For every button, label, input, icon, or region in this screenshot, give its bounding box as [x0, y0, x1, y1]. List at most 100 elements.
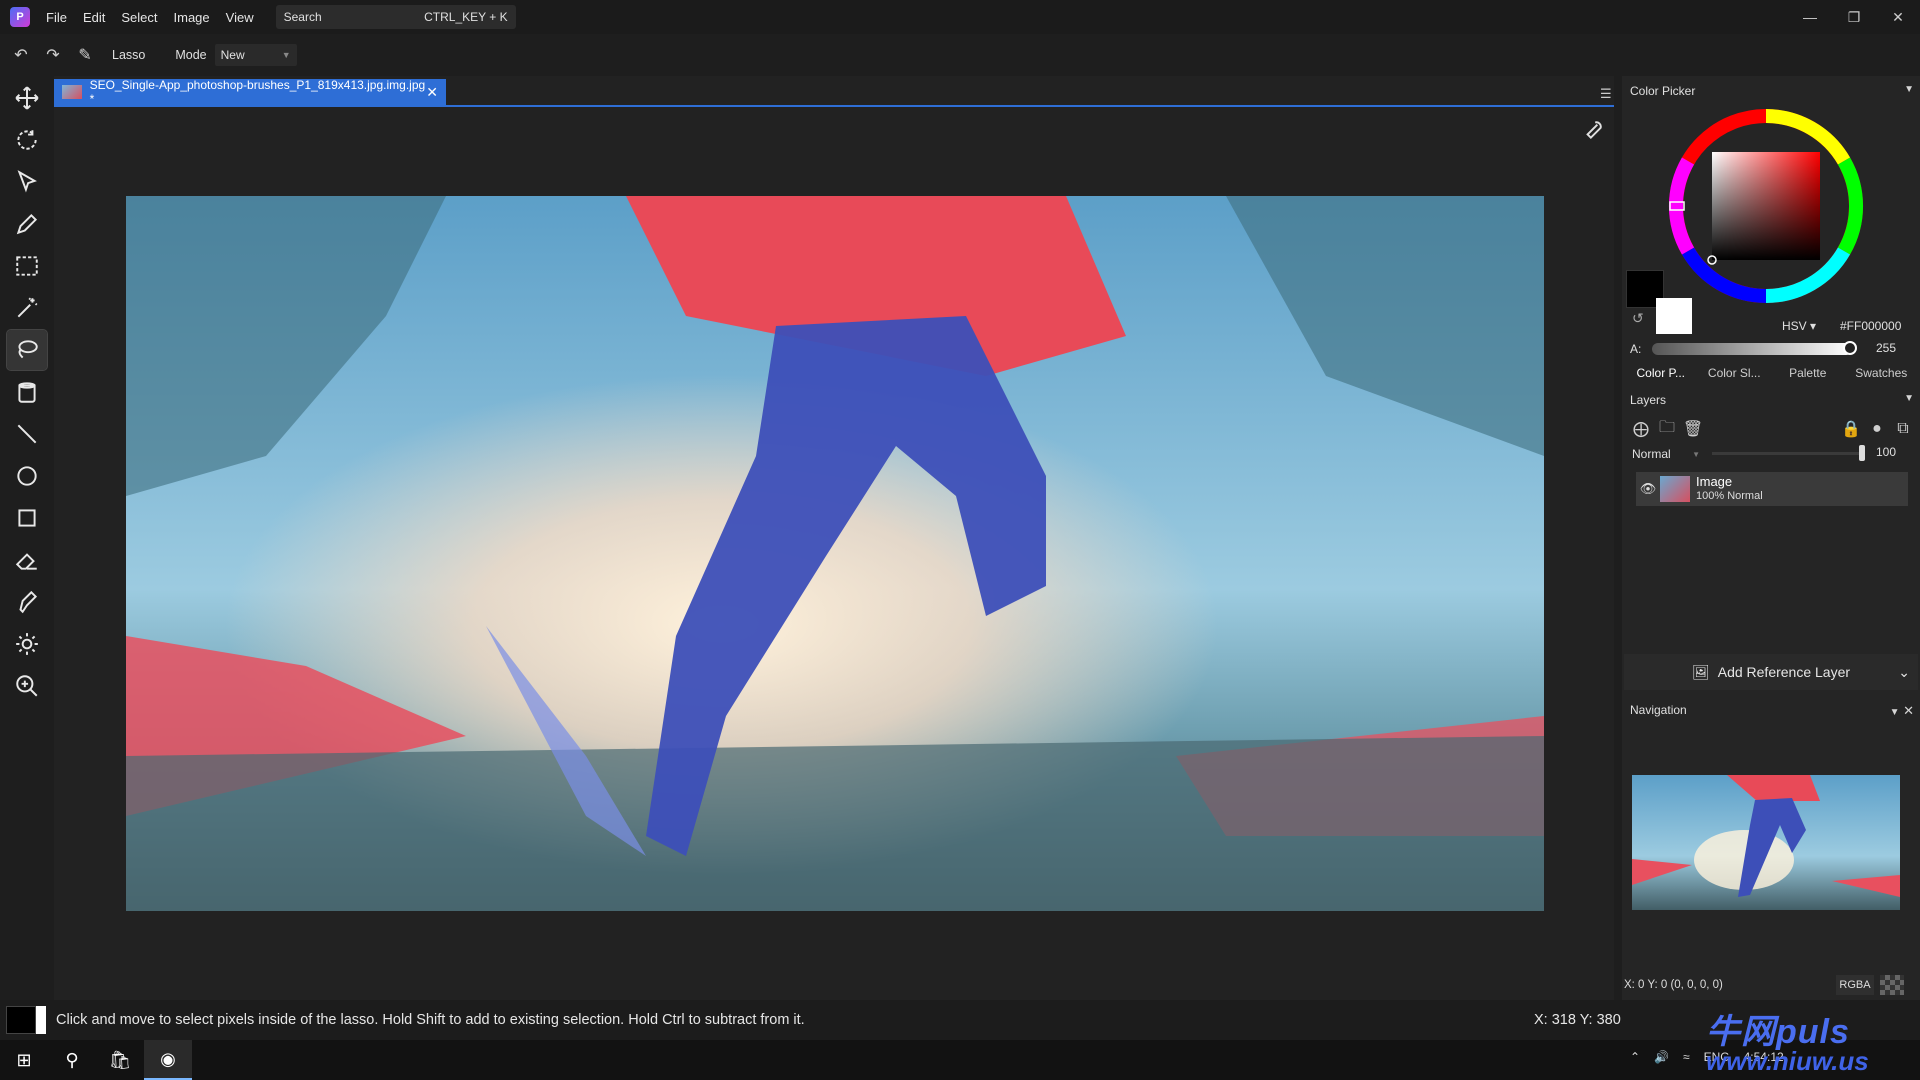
- tab-color-picker[interactable]: Color P...: [1624, 362, 1698, 384]
- pixel-readout: X: 0 Y: 0 (0, 0, 0, 0): [1624, 979, 1723, 991]
- image-canvas[interactable]: [126, 196, 1544, 911]
- tab-color-sliders[interactable]: Color Sl...: [1698, 362, 1772, 384]
- layers-title: Layers: [1630, 393, 1667, 407]
- navigation-header: Navigation ▼ ✕: [1630, 703, 1914, 719]
- alpha-slider-handle[interactable]: [1843, 341, 1857, 355]
- color-mode-select[interactable]: HSV ▾: [1782, 319, 1816, 333]
- chevron-down-icon[interactable]: ▼: [1890, 707, 1900, 718]
- layer-name: Image: [1696, 474, 1733, 489]
- color-wheel[interactable]: [1666, 106, 1866, 306]
- line-icon: [17, 424, 37, 444]
- status-foreground-swatch[interactable]: [6, 1006, 36, 1034]
- lock-icon[interactable]: 🔒: [1838, 416, 1864, 442]
- bucket-icon: [18, 382, 36, 403]
- watermark-url: www.niuw.us: [1706, 1046, 1869, 1076]
- options-bar: ↶ ↷ ✎ Lasso Mode New ▼: [0, 34, 1920, 76]
- tab-swatches[interactable]: Swatches: [1845, 362, 1919, 384]
- redo-icon[interactable]: ↷: [38, 40, 68, 70]
- pen-tool-button[interactable]: [7, 582, 47, 622]
- color-mode-button[interactable]: RGBA: [1836, 975, 1874, 995]
- tool-bar: [0, 76, 54, 1000]
- blend-mode-select[interactable]: Normal ▼: [1628, 444, 1704, 464]
- layer-details: 100% Normal: [1696, 490, 1763, 502]
- document-tab[interactable]: SEO_Single-App_photoshop-brushes_P1_819x…: [54, 78, 446, 106]
- wrench-icon[interactable]: [1580, 116, 1606, 142]
- rect-select-tool-button[interactable]: [7, 246, 47, 286]
- close-icon[interactable]: ✕: [1903, 703, 1914, 718]
- search-icon[interactable]: ⚲: [48, 1040, 96, 1080]
- background-color-swatch[interactable]: [1656, 298, 1692, 334]
- eye-icon[interactable]: 👁: [1636, 481, 1660, 497]
- tab-thumbnail: [62, 85, 82, 99]
- chevron-down-icon[interactable]: ▼: [1904, 393, 1914, 407]
- pointer-icon: [17, 170, 37, 193]
- close-icon[interactable]: ✕: [1876, 0, 1920, 34]
- photo-app-icon[interactable]: ◉: [144, 1040, 192, 1080]
- close-icon[interactable]: ✕: [426, 84, 438, 101]
- search-input[interactable]: Search CTRL_KEY + K: [275, 5, 516, 29]
- undo-icon[interactable]: ↶: [6, 40, 36, 70]
- mode-select[interactable]: New ▼: [214, 44, 297, 66]
- minimize-icon[interactable]: —: [1788, 0, 1832, 34]
- rectangle-icon: [18, 509, 36, 527]
- status-background-swatch[interactable]: [36, 1006, 46, 1034]
- brightness-icon: [16, 633, 38, 655]
- chevron-down-icon[interactable]: ▼: [1904, 84, 1914, 98]
- menu-edit[interactable]: Edit: [83, 10, 105, 25]
- new-layer-icon[interactable]: ⨁: [1628, 416, 1654, 442]
- windows-start-icon[interactable]: ⊞: [0, 1040, 48, 1080]
- add-image-icon: 🖼: [1691, 663, 1710, 680]
- mask-icon[interactable]: ●: [1864, 416, 1890, 442]
- zoom-icon: [16, 675, 38, 697]
- volume-icon[interactable]: 🔊: [1654, 1050, 1669, 1064]
- duplicate-layer-icon[interactable]: ⧉: [1890, 416, 1916, 442]
- hex-input[interactable]: #FF000000: [1840, 319, 1901, 333]
- add-reference-label: Add Reference Layer: [1717, 664, 1851, 680]
- rectangle-tool-button[interactable]: [7, 498, 47, 538]
- store-icon[interactable]: 🛍: [96, 1040, 144, 1080]
- layer-thumbnail: [1660, 476, 1690, 502]
- chevron-down-icon[interactable]: ⌄: [1898, 664, 1910, 681]
- alpha-slider[interactable]: [1652, 343, 1852, 355]
- color-picker-tabs: Color P... Color Sl... Palette Swatches: [1624, 362, 1918, 384]
- ellipse-tool-button[interactable]: [7, 456, 47, 496]
- eraser-tool-button[interactable]: [7, 540, 47, 580]
- lasso-tool-button[interactable]: [6, 329, 48, 371]
- tab-palette[interactable]: Palette: [1771, 362, 1845, 384]
- tab-menu-icon[interactable]: ☰: [1600, 86, 1612, 102]
- navigation-thumbnail[interactable]: [1632, 775, 1900, 910]
- delete-layer-icon[interactable]: 🗑: [1680, 416, 1706, 442]
- alpha-value[interactable]: 255: [1876, 341, 1896, 355]
- app-logo-icon: P: [10, 7, 30, 27]
- opacity-slider-handle[interactable]: [1859, 445, 1865, 461]
- rotate-tool-button[interactable]: [7, 120, 47, 160]
- swap-colors-icon[interactable]: ↺: [1632, 310, 1650, 328]
- opacity-slider[interactable]: [1712, 452, 1862, 455]
- zoom-tool-button[interactable]: [7, 666, 47, 706]
- magic-wand-tool-button[interactable]: [7, 288, 47, 328]
- status-bar: Click and move to select pixels inside o…: [0, 1000, 1920, 1040]
- edit-icon[interactable]: ✎: [70, 40, 100, 70]
- new-folder-icon[interactable]: 🗀: [1654, 416, 1680, 442]
- layer-row[interactable]: 👁 Image 100% Normal: [1636, 472, 1908, 506]
- wifi-icon[interactable]: ≈: [1683, 1050, 1690, 1064]
- menu-select[interactable]: Select: [121, 10, 157, 25]
- alpha-label: A:: [1630, 342, 1642, 356]
- opacity-value[interactable]: 100: [1876, 445, 1896, 459]
- move-tool-button[interactable]: [7, 78, 47, 118]
- chevron-down-icon: ▼: [281, 50, 291, 60]
- pencil-tool-button[interactable]: [7, 204, 47, 244]
- restore-icon[interactable]: ❐: [1832, 0, 1876, 34]
- menu-view[interactable]: View: [226, 10, 254, 25]
- chevron-up-icon[interactable]: ⌃: [1630, 1050, 1640, 1064]
- menu-file[interactable]: File: [46, 10, 67, 25]
- add-reference-layer-button[interactable]: 🖼 Add Reference Layer ⌄: [1624, 654, 1918, 690]
- mode-value: New: [220, 48, 245, 62]
- brightness-tool-button[interactable]: [7, 624, 47, 664]
- transparency-icon[interactable]: [1880, 975, 1904, 995]
- bucket-tool-button[interactable]: [7, 372, 47, 412]
- menu-image[interactable]: Image: [174, 10, 210, 25]
- line-tool-button[interactable]: [7, 414, 47, 454]
- lasso-rotate-icon: [17, 130, 37, 150]
- select-tool-button[interactable]: [7, 162, 47, 202]
